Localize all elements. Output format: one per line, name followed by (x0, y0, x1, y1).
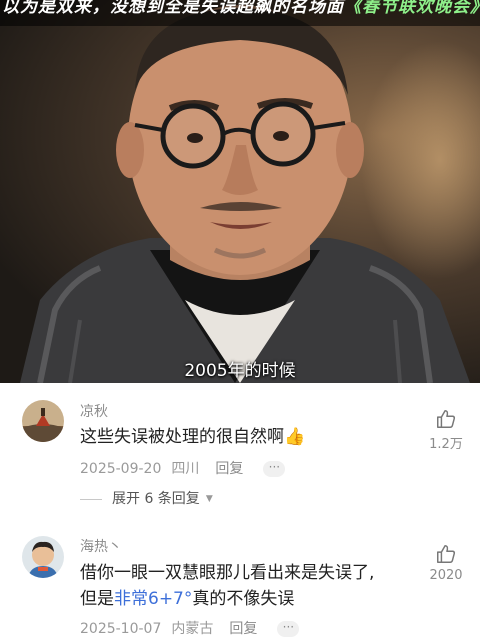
comment-username[interactable]: 海热丶 (80, 536, 122, 556)
more-dots-icon[interactable]: ··· (263, 461, 286, 477)
chevron-down-icon: ▼ (205, 494, 213, 504)
like-count: 1.2万 (429, 437, 463, 452)
expand-replies-label: 展开 6 条回复 (112, 491, 200, 507)
avatar[interactable] (22, 400, 64, 442)
like-button[interactable]: 1.2万 (420, 408, 472, 452)
comment-date: 2025-10-07 (80, 621, 162, 637)
comment-text-suffix: 真的不像失误 (192, 589, 295, 609)
comment-meta: 2025-09-20 四川 回复 ··· (80, 458, 295, 478)
comment-date: 2025-09-20 (80, 461, 162, 477)
comment-username[interactable]: 凉秋 (80, 401, 108, 421)
video-subtitle: 2005年的时候 (184, 361, 296, 381)
highlight-link[interactable]: 非常6+7° (114, 589, 192, 609)
comment-location: 内蒙古 (171, 621, 214, 637)
like-button[interactable]: 2020 (420, 543, 472, 583)
video-headline: 以为是双来，没想到全是失误超飙的名场面《春节联欢晚会》 (2, 0, 480, 17)
avatar[interactable] (22, 536, 64, 578)
divider (80, 498, 102, 500)
comment-text-line: 借你一眼一双慧眼那儿看出来是失误了, (80, 563, 375, 583)
like-thumb-icon (437, 545, 456, 563)
video-player[interactable]: 以为是双来，没想到全是失误超飙的名场面《春节联欢晚会》 2005年的时候 (0, 0, 480, 383)
like-thumb-icon (437, 410, 456, 428)
reply-button[interactable]: 回复 (215, 461, 243, 477)
more-dots-icon[interactable]: ··· (277, 621, 300, 637)
reply-button[interactable]: 回复 (229, 621, 257, 637)
comment-text-prefix: 但是 (80, 589, 114, 609)
comment-location: 四川 (171, 461, 200, 477)
comment-text: 这些失误被处理的很自然啊👍 (80, 427, 306, 447)
headline-show-name: 《春节联欢晚会》 (344, 0, 480, 17)
like-count: 2020 (429, 568, 463, 583)
comment-text: 借你一眼一双慧眼那儿看出来是失误了, 但是非常6+7°真的不像失误 (80, 560, 374, 612)
video-frame-man (20, 5, 470, 383)
video-headline-banner: 以为是双来，没想到全是失误超飙的名场面《春节联欢晚会》 (0, 0, 480, 26)
comment-text-line: 但是非常6+7°真的不像失误 (80, 586, 374, 612)
comment-meta: 2025-10-07 内蒙古 回复 ··· (80, 618, 309, 638)
headline-main: 以为是双来，没想到全是失误超飙的名场面 (2, 0, 344, 17)
expand-replies[interactable]: 展开 6 条回复 ▼ (80, 488, 213, 508)
